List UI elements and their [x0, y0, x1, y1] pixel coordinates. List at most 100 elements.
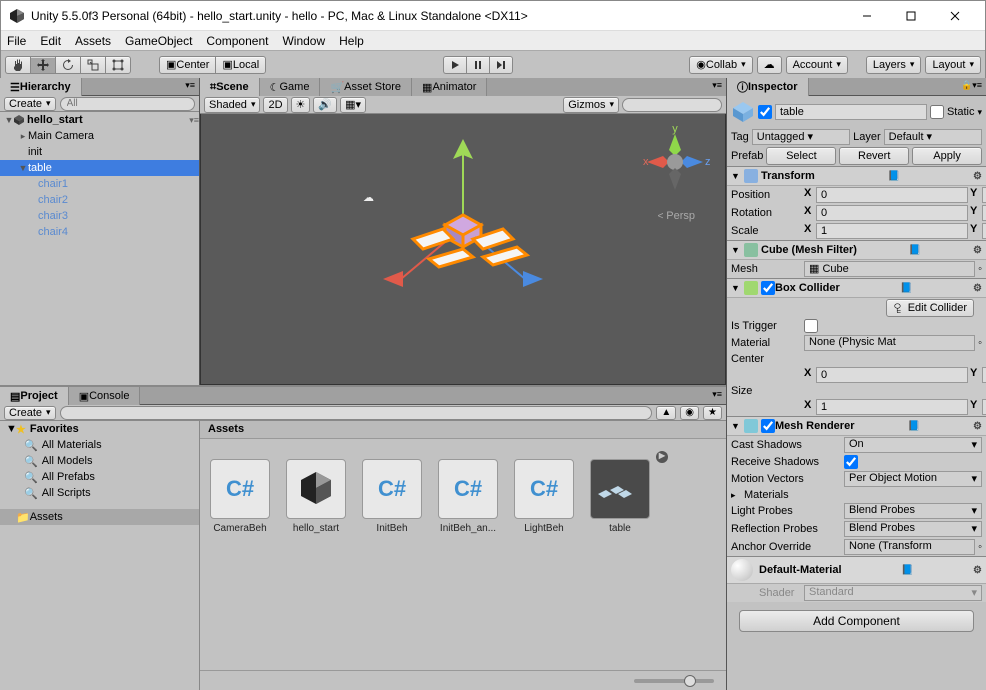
asset-size-slider[interactable] [200, 670, 726, 690]
anchor-override-field[interactable]: None (Transform [844, 539, 975, 555]
scene-viewport[interactable]: y x z < Persp [200, 114, 726, 385]
pivot-center-button[interactable]: ▣ Center [159, 56, 215, 74]
menu-gameobject[interactable]: GameObject [125, 34, 192, 48]
asset-initbeh-an[interactable]: C#InitBeh_an... [436, 459, 500, 534]
prefab-revert-button[interactable]: Revert [839, 147, 909, 165]
account-dropdown[interactable]: Account [786, 56, 848, 74]
collider-size-x-input[interactable] [816, 399, 968, 415]
asset-store-tab[interactable]: 🛒 Asset Store [320, 78, 412, 96]
hierarchy-item-init[interactable]: init [0, 144, 199, 160]
component-gear-icon[interactable]: ⚙ [973, 283, 982, 294]
minimize-button[interactable] [845, 2, 889, 30]
menu-assets[interactable]: Assets [75, 34, 111, 48]
object-picker-icon[interactable]: ◦ [978, 263, 982, 275]
close-button[interactable] [933, 2, 977, 30]
fav-all-materials[interactable]: 🔍All Materials [0, 437, 199, 453]
prefab-apply-button[interactable]: Apply [912, 147, 982, 165]
box-collider-enabled-checkbox[interactable] [761, 281, 775, 295]
menu-window[interactable]: Window [282, 34, 325, 48]
hierarchy-tab[interactable]: ☰ Hierarchy [0, 78, 82, 96]
tag-dropdown[interactable]: Untagged ▾ [752, 129, 850, 145]
inspector-tab[interactable]: ⓘ Inspector [727, 78, 809, 96]
panel-menu-icon[interactable]: ▾≡ [181, 78, 199, 95]
project-create-button[interactable]: Create [4, 406, 56, 420]
scale-y-input[interactable] [982, 223, 986, 239]
hierarchy-search-input[interactable] [60, 97, 195, 111]
pivot-local-button[interactable]: ▣ Local [215, 56, 266, 74]
play-button[interactable] [443, 56, 466, 74]
animator-tab[interactable]: ▦ Animator [412, 78, 487, 96]
scale-x-input[interactable] [816, 223, 968, 239]
asset-camerabeh[interactable]: C#CameraBeh [208, 459, 272, 534]
hierarchy-item-main-camera[interactable]: ▸Main Camera [0, 128, 199, 144]
hierarchy-item-chair1[interactable]: chair1 [0, 176, 199, 192]
light-probes-dropdown[interactable]: Blend Probes ▾ [844, 503, 982, 519]
gameobject-name-input[interactable] [775, 104, 927, 120]
hierarchy-item-chair3[interactable]: chair3 [0, 208, 199, 224]
motion-vectors-dropdown[interactable]: Per Object Motion ▾ [844, 471, 982, 487]
scene-tab[interactable]: ⌗ Scene [200, 78, 260, 96]
component-help-icon[interactable]: 📘 [909, 245, 921, 256]
object-picker-icon[interactable]: ◦ [978, 541, 982, 553]
add-component-button[interactable]: Add Component [739, 610, 974, 632]
hierarchy-create-button[interactable]: Create [4, 97, 56, 111]
console-tab[interactable]: ▣ Console [69, 387, 141, 405]
static-checkbox[interactable] [930, 105, 944, 119]
game-tab[interactable]: ☾ Game [260, 78, 321, 96]
scale-tool-button[interactable] [80, 56, 105, 74]
inspector-lock-icon[interactable]: 🔒▾≡ [957, 78, 986, 95]
hand-tool-button[interactable] [5, 56, 30, 74]
asset-lightbeh[interactable]: C#LightBeh [512, 459, 576, 534]
collider-center-y-input[interactable] [982, 367, 986, 383]
collider-size-y-input[interactable] [982, 399, 986, 415]
layers-dropdown[interactable]: Layers [866, 56, 922, 74]
maximize-button[interactable] [889, 2, 933, 30]
component-help-icon[interactable]: 📘 [888, 171, 900, 182]
hierarchy-item-chair2[interactable]: chair2 [0, 192, 199, 208]
scene-panel-menu-icon[interactable]: ▾≡ [708, 78, 726, 96]
search-save-button[interactable]: ★ [703, 406, 722, 420]
edit-collider-button[interactable]: ꄗ Edit Collider [886, 299, 974, 317]
mesh-field[interactable]: ▦ Cube [804, 261, 975, 277]
rotate-tool-button[interactable] [55, 56, 80, 74]
orientation-gizmo-icon[interactable]: y x z [635, 122, 715, 202]
prefab-select-button[interactable]: Select [766, 147, 836, 165]
light-toggle-button[interactable]: ☀ [291, 97, 311, 113]
2d-toggle-button[interactable]: 2D [263, 97, 287, 113]
rotation-y-input[interactable] [982, 205, 986, 221]
position-y-input[interactable] [982, 187, 986, 203]
hierarchy-item-chair4[interactable]: chair4 [0, 224, 199, 240]
component-help-icon[interactable]: 📘 [900, 283, 912, 294]
pause-button[interactable] [466, 56, 489, 74]
rect-tool-button[interactable] [105, 56, 131, 74]
rotation-x-input[interactable] [816, 205, 968, 221]
mesh-renderer-enabled-checkbox[interactable] [761, 419, 775, 433]
receive-shadows-checkbox[interactable] [844, 455, 858, 469]
collider-center-x-input[interactable] [816, 367, 968, 383]
project-panel-menu-icon[interactable]: ▾≡ [708, 387, 726, 404]
hierarchy-scene-root[interactable]: ▼hello_start▾≡ [0, 112, 199, 128]
search-type-button[interactable]: ◉ [680, 406, 699, 420]
menu-component[interactable]: Component [206, 34, 268, 48]
component-gear-icon[interactable]: ⚙ [973, 565, 982, 576]
materials-foldout[interactable]: Materials [744, 489, 789, 501]
is-trigger-checkbox[interactable] [804, 319, 818, 333]
asset-table[interactable]: ▶table [588, 459, 652, 534]
physic-material-field[interactable]: None (Physic Mat [804, 335, 975, 351]
audio-toggle-button[interactable]: 🔊 [313, 97, 337, 113]
cloud-button[interactable]: ☁ [757, 56, 782, 74]
layout-dropdown[interactable]: Layout [925, 56, 981, 74]
fx-toggle-button[interactable]: ▦▾ [340, 97, 366, 113]
fav-all-prefabs[interactable]: 🔍All Prefabs [0, 469, 199, 485]
project-search-input[interactable] [60, 406, 653, 420]
menu-help[interactable]: Help [339, 34, 364, 48]
layer-dropdown[interactable]: Default ▾ [884, 129, 982, 145]
scene-search-input[interactable] [622, 98, 722, 112]
search-filter-button[interactable]: ▲ [656, 406, 676, 420]
reflection-probes-dropdown[interactable]: Blend Probes ▾ [844, 521, 982, 537]
gameobject-active-checkbox[interactable] [758, 105, 772, 119]
fav-all-scripts[interactable]: 🔍All Scripts [0, 485, 199, 501]
assets-folder[interactable]: 📁 Assets [0, 509, 199, 525]
component-gear-icon[interactable]: ⚙ [973, 421, 982, 432]
favorites-header[interactable]: ▼★Favorites [0, 421, 199, 437]
